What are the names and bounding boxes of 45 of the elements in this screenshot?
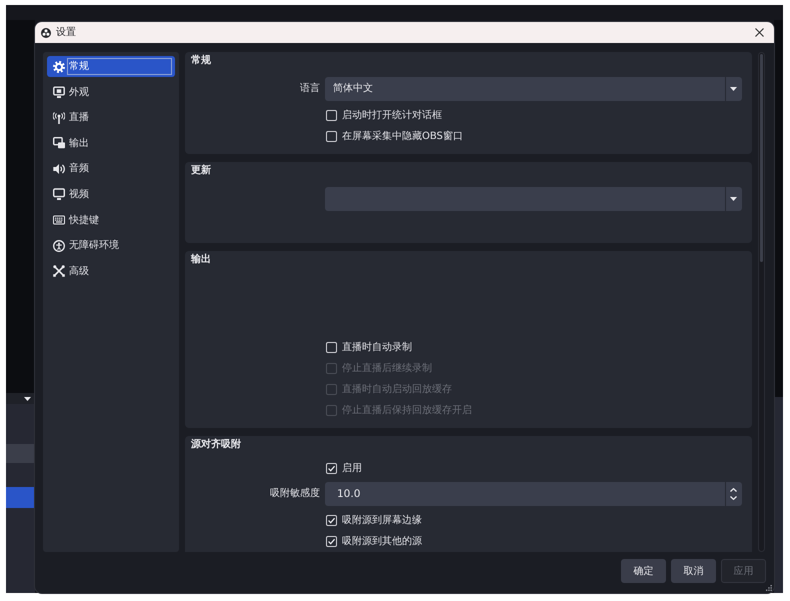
dropdown-field[interactable]: 简体中文 — [325, 77, 742, 101]
close-icon[interactable] — [755, 28, 764, 37]
chevron-up-icon[interactable] — [730, 488, 737, 492]
ok-button[interactable]: 确定 — [621, 559, 666, 583]
gear-icon — [53, 60, 65, 72]
crossed-tools-icon — [53, 265, 65, 278]
sidebar-item[interactable]: 输出 — [47, 132, 175, 154]
checkbox-label[interactable]: 直播时自动录制 — [342, 340, 412, 354]
chevron-down-icon[interactable] — [730, 496, 737, 500]
section-title: 源对齐吸附 — [191, 438, 241, 452]
dropdown-field[interactable] — [325, 187, 742, 211]
field-label: 语言 — [300, 82, 320, 96]
keyboard-icon — [53, 214, 65, 226]
sidebar-item[interactable]: 快捷键 — [47, 210, 175, 231]
sidebar-item[interactable]: 无障碍环境 — [47, 235, 175, 256]
section-title: 输出 — [191, 253, 211, 267]
scrollbar[interactable] — [758, 52, 765, 552]
sidebar-item[interactable]: 外观 — [47, 82, 175, 103]
sidebar-item[interactable]: 高级 — [47, 260, 175, 282]
cancel-button[interactable]: 取消 — [671, 559, 716, 583]
sidebar-item[interactable]: 视频 — [47, 184, 175, 205]
checkbox-label[interactable]: 吸附源到其他的源 — [342, 534, 422, 548]
antenna-icon — [53, 112, 65, 124]
section-title: 更新 — [191, 164, 211, 178]
speaker-icon — [53, 162, 65, 175]
window-title: 设置 — [56, 26, 77, 39]
checkbox-label[interactable]: 启动时打开统计对话框 — [342, 108, 442, 122]
checkbox-label[interactable]: 在屏幕采集中隐藏OBS窗口 — [342, 130, 463, 144]
sidebar-item[interactable]: 常规 — [47, 56, 175, 77]
resize-grip-icon[interactable] — [766, 585, 772, 591]
sidebar-item[interactable]: 音频 — [47, 158, 175, 180]
monitor-square-icon — [53, 86, 65, 98]
app-logo-icon — [41, 28, 51, 38]
caret-icon[interactable] — [730, 87, 737, 91]
spinbox-field[interactable]: 10.0 — [325, 482, 742, 506]
checkbox-label[interactable]: 吸附源到屏幕边缘 — [342, 514, 422, 528]
overlapping-screens-icon — [53, 137, 65, 150]
section-title: 常规 — [191, 54, 211, 68]
sidebar-item[interactable]: 直播 — [47, 107, 175, 128]
checkbox-label[interactable]: 启用 — [342, 462, 362, 476]
accessibility-icon — [53, 240, 65, 252]
caret-icon[interactable] — [730, 197, 737, 201]
field-label: 吸附敏感度 — [270, 487, 320, 501]
caret-icon[interactable] — [24, 396, 31, 400]
monitor-icon — [53, 188, 65, 200]
